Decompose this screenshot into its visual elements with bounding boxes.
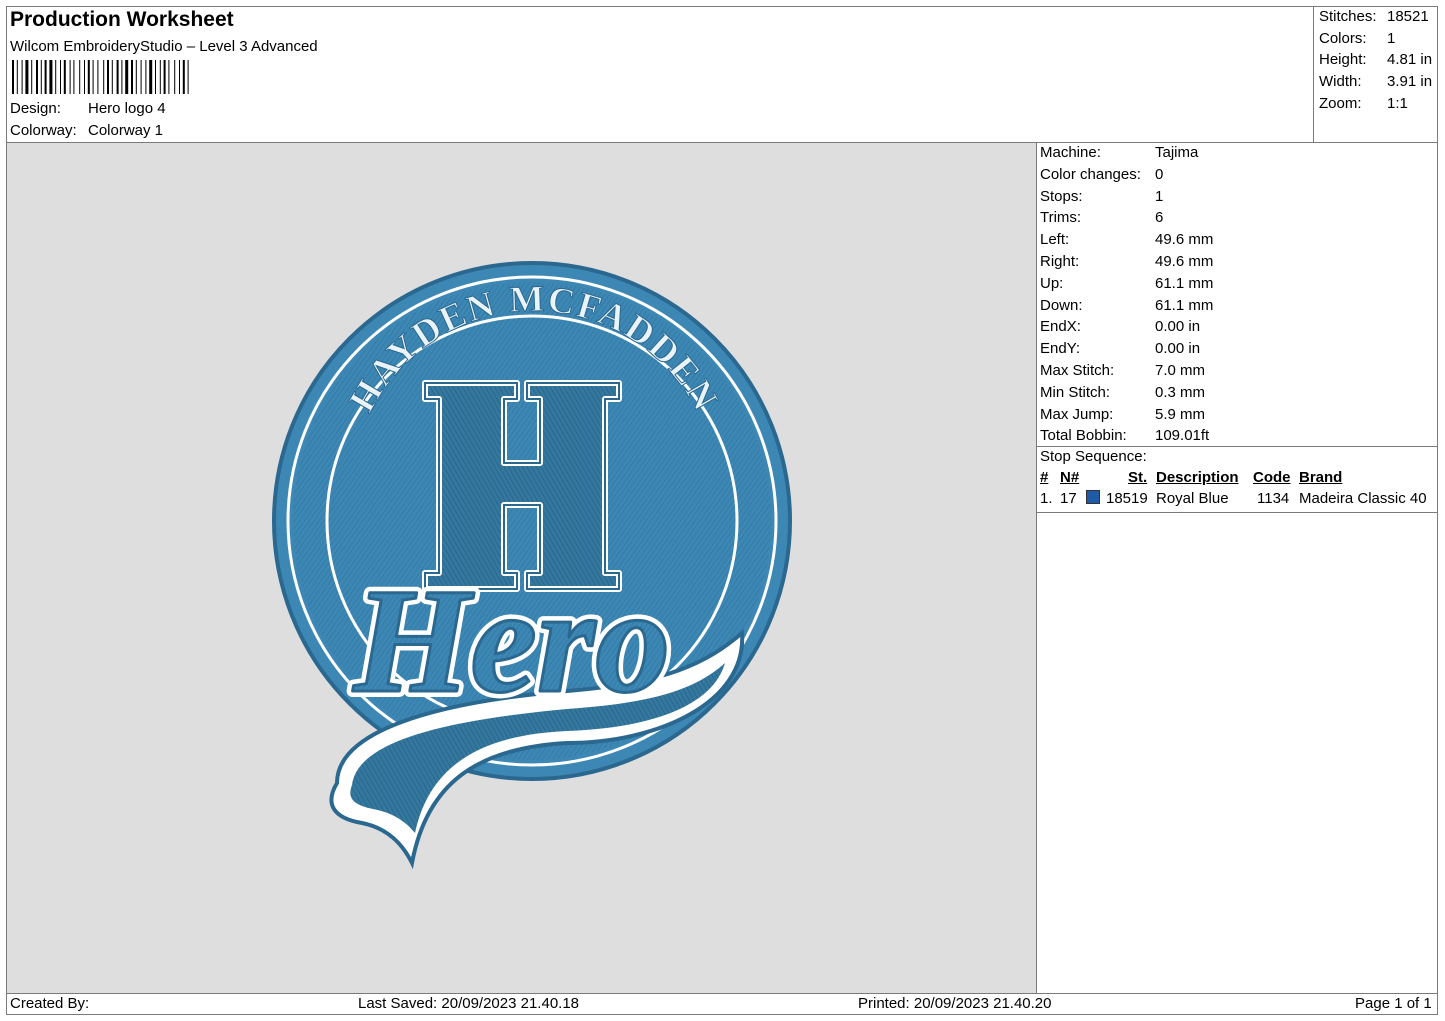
machine-info-value: 0.00 in [1155, 340, 1201, 358]
script-text-fill: Hero [352, 558, 671, 724]
machine-info-label: Color changes: [1040, 165, 1141, 183]
machine-info-label: Trims: [1040, 209, 1082, 227]
design-row: Design: Hero logo 4 [10, 100, 166, 117]
col-header-stitches: St. [1128, 469, 1148, 486]
last-saved: Last Saved: 20/09/2023 21.40.18 [358, 995, 580, 1012]
machine-info-label: Max Jump: [1040, 405, 1114, 423]
design-value: Hero logo 4 [88, 100, 166, 117]
stop-sequence-divider [1036, 512, 1438, 513]
design-preview: HAYDEN MCFADDEN Hero Hero [7, 143, 1036, 993]
colorway-label: Colorway: [10, 122, 77, 139]
row-needle: 17 [1060, 490, 1077, 507]
machine-info-row: Machine: Tajima [1040, 144, 1198, 161]
machine-info-label: EndX: [1040, 318, 1081, 336]
height-label: Height: [1319, 51, 1367, 68]
machine-info-row: Up: 61.1 mm [1040, 275, 1213, 292]
machine-info-value: 7.0 mm [1155, 362, 1206, 379]
machine-info-row: Color changes: 0 [1040, 166, 1163, 183]
machine-info-row: Stops: 1 [1040, 188, 1163, 205]
machine-info-value: 6 [1155, 209, 1164, 227]
machine-info-row: Down: 61.1 mm [1040, 297, 1213, 314]
page-number: Page 1 of 1 [1355, 995, 1432, 1012]
col-header-brand: Brand [1299, 469, 1343, 486]
stitches-label: Stitches: [1319, 8, 1377, 25]
width-row: Width: 3.91 in [1319, 73, 1432, 90]
row-brand: Madeira Classic 40 [1299, 490, 1427, 507]
colors-row: Colors: 1 [1319, 30, 1395, 47]
machine-info-value: 61.1 mm [1155, 274, 1214, 292]
row-color-swatch [1086, 490, 1100, 507]
printed-date: Printed: 20/09/2023 21.40.20 [858, 995, 1052, 1012]
col-header-needle: N# [1060, 469, 1080, 486]
zoom-label: Zoom: [1319, 95, 1362, 112]
row-code: 1134 [1257, 490, 1290, 507]
summary-divider [1313, 6, 1314, 143]
row-stitches: 18519 [1106, 490, 1148, 507]
machine-info-row: EndX: 0.00 in [1040, 318, 1200, 335]
zoom-value: 1:1 [1387, 95, 1408, 112]
machine-info-value: Tajima [1155, 144, 1199, 161]
machine-info-label: Stops: [1040, 187, 1083, 205]
machine-info-row: Right: 49.6 mm [1040, 253, 1213, 270]
colorway-value: Colorway 1 [88, 122, 164, 139]
machine-info-label: Min Stitch: [1040, 383, 1111, 401]
machine-info-row: Min Stitch: 0.3 mm [1040, 384, 1205, 401]
machine-info-row: Max Stitch: 7.0 mm [1040, 362, 1205, 379]
machine-info-label: Down: [1040, 296, 1083, 314]
machine-info-value: 0.00 in [1155, 318, 1201, 336]
barcode [12, 60, 189, 94]
machine-info-value: 49.6 mm [1155, 231, 1214, 249]
col-header-num: # [1040, 469, 1049, 486]
machine-info-row: Max Jump: 5.9 mm [1040, 406, 1205, 423]
software-name: Wilcom EmbroideryStudio – Level 3 Advanc… [10, 38, 318, 55]
design-label: Design: [10, 100, 61, 117]
machine-info-value: 61.1 mm [1155, 296, 1214, 314]
stop-sequence-title: Stop Sequence: [1040, 448, 1147, 465]
stitches-row: Stitches: 18521 [1319, 8, 1429, 25]
row-description: Royal Blue [1156, 490, 1229, 507]
machine-info-row: Trims: 6 [1040, 209, 1163, 226]
col-header-code: Code [1253, 469, 1291, 486]
machine-info-label: Up: [1040, 274, 1064, 292]
machine-info-value: 5.9 mm [1155, 405, 1206, 423]
width-label: Width: [1319, 73, 1362, 90]
stitches-value: 18521 [1387, 8, 1429, 25]
page-title: Production Worksheet [10, 8, 234, 31]
sidebar-divider [1036, 142, 1037, 994]
height-value: 4.81 in [1387, 51, 1433, 68]
machine-info-value: 0 [1155, 165, 1164, 183]
footer-divider [6, 993, 1438, 994]
machine-info-value: 0.3 mm [1155, 383, 1206, 401]
machine-info-label: Max Stitch: [1040, 362, 1115, 379]
row-num: 1. [1040, 490, 1053, 507]
created-by: Created By: [10, 995, 90, 1012]
machine-info-label: Left: [1040, 231, 1070, 249]
width-value: 3.91 in [1387, 73, 1433, 90]
machine-info-value: 49.6 mm [1155, 253, 1214, 270]
colorway-row: Colorway: Colorway 1 [10, 122, 163, 139]
zoom-row: Zoom: 1:1 [1319, 95, 1408, 112]
col-header-description: Description [1156, 469, 1239, 486]
colors-value: 1 [1387, 30, 1396, 47]
machine-info-row: Left: 49.6 mm [1040, 231, 1213, 248]
machine-info-value: 1 [1155, 187, 1164, 205]
machine-info-row: Total Bobbin: 109.01ft [1040, 427, 1209, 444]
height-row: Height: 4.81 in [1319, 51, 1432, 68]
machine-info-label: Machine: [1040, 144, 1101, 161]
machine-info-value: 109.01ft [1155, 427, 1210, 445]
embroidery-logo: HAYDEN MCFADDEN Hero Hero [272, 261, 792, 870]
machine-info-label: EndY: [1040, 340, 1081, 358]
colors-label: Colors: [1319, 30, 1367, 47]
machine-info-divider [1036, 446, 1438, 447]
machine-info-label: Right: [1040, 253, 1080, 270]
machine-info-row: EndY: 0.00 in [1040, 340, 1200, 357]
machine-info-label: Total Bobbin: [1040, 427, 1127, 445]
